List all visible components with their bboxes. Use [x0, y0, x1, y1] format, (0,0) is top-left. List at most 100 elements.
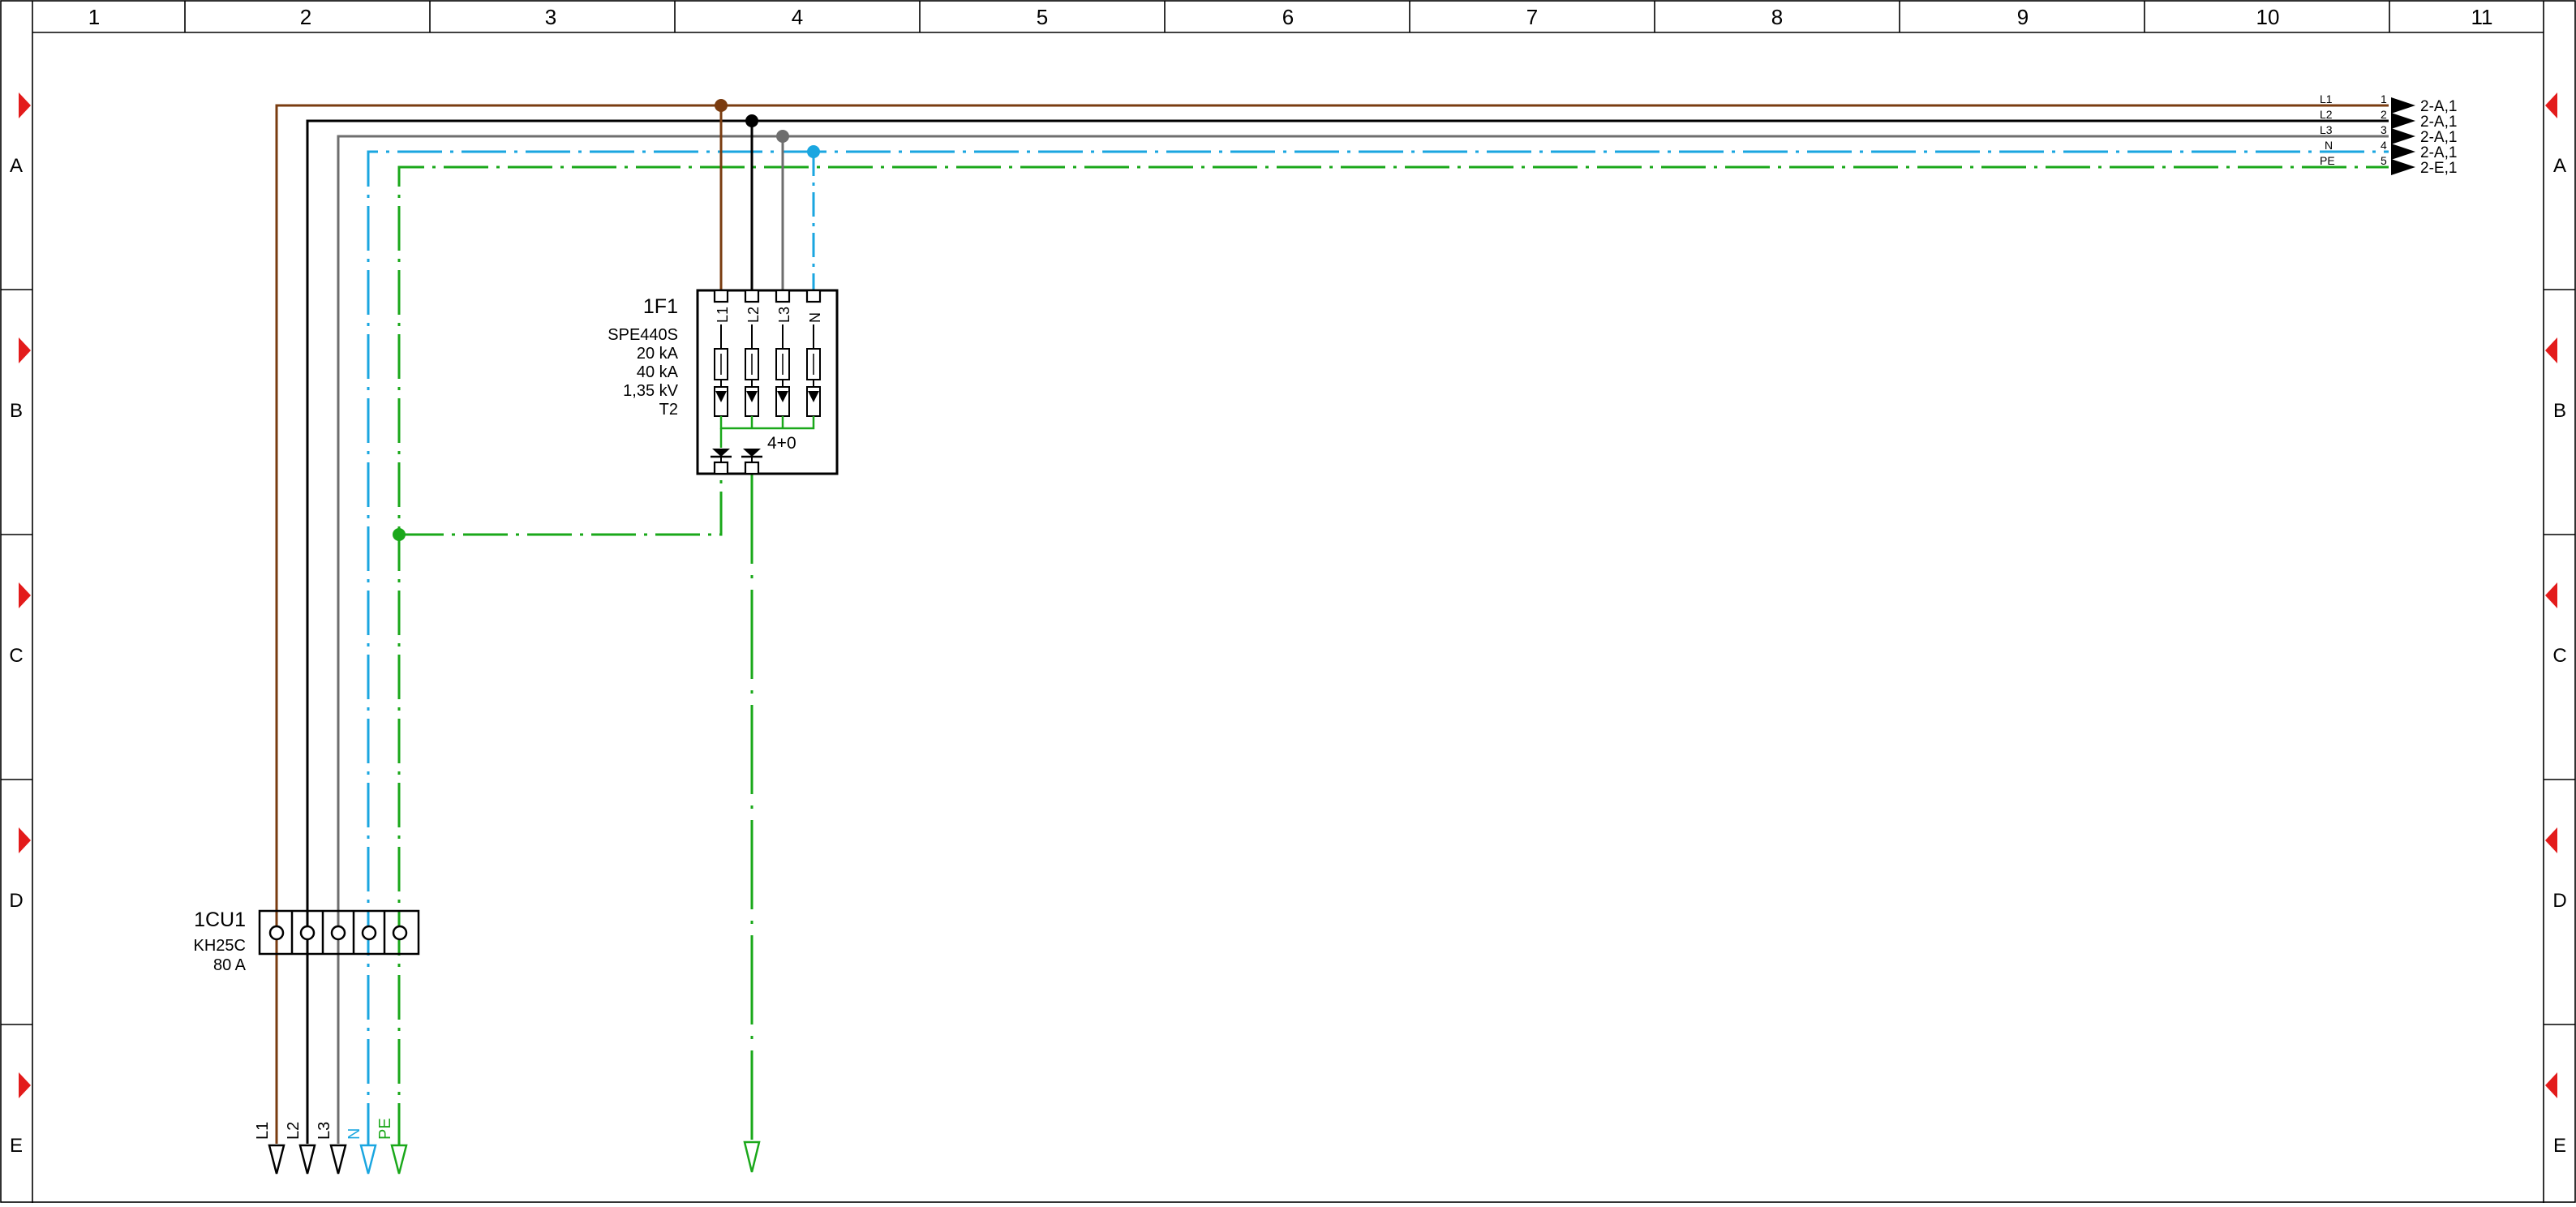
column-label: 2: [300, 5, 311, 29]
surge-protector-label: 1F1 SPE440S 20 kA 40 kA 1,35 kV T2: [608, 295, 678, 419]
row-label: E: [10, 1135, 23, 1157]
column-label: 9: [2017, 5, 2029, 29]
surge-protector-spec: 1,35 kV: [623, 382, 678, 400]
arrow-pe: [390, 1144, 408, 1175]
terminal-point: [299, 925, 316, 941]
terminal-pin: [713, 461, 729, 475]
page-marker-right: [2545, 582, 2557, 608]
supply-label-l3: L3: [316, 1122, 333, 1140]
terminal-label-l3: L3: [776, 307, 792, 323]
arrow-l2: [298, 1144, 316, 1175]
junction-dot-l1: [715, 99, 728, 112]
outgoing-arrow: [2391, 97, 2415, 114]
terminal-pin: [713, 289, 729, 303]
outgoing-arrow: [2391, 128, 2415, 144]
column-label: 1: [88, 5, 100, 29]
wires: [275, 104, 2389, 1148]
conductor-tag: L2: [2320, 108, 2333, 121]
row-labels: A B C D E A B C D E: [9, 155, 2566, 1157]
page-marker-right: [2545, 827, 2557, 853]
row-label: D: [9, 890, 23, 912]
schematic-sheet: 1 2 3 4 5 6 7 8 9 10 11 A B C D E A B C …: [0, 0, 2576, 1203]
potential-number: 5: [2381, 154, 2387, 167]
page-marker-right: [2545, 92, 2557, 118]
terminal-label-l1: L1: [715, 307, 731, 323]
page-marker-right: [2545, 337, 2557, 363]
column-label: 3: [545, 5, 556, 29]
supply-label-n: N: [346, 1128, 363, 1140]
terminal-point: [361, 925, 377, 941]
conductor-tag: L1: [2320, 92, 2333, 105]
junction-dot-l3: [776, 130, 789, 143]
terminal-block-spec: 80 A: [213, 956, 247, 974]
outgoing-arrow: [2391, 144, 2415, 160]
row-label: A: [10, 155, 23, 177]
junction-dot-n: [807, 145, 820, 158]
surge-protector-spec: 40 kA: [637, 363, 679, 381]
page-marker-left: [19, 582, 31, 608]
row-label: E: [2553, 1135, 2566, 1157]
terminal-block-spec: KH25C: [194, 937, 246, 955]
terminal-pin: [744, 289, 760, 303]
drawing-frame: [0, 0, 2576, 1203]
outgoing-arrow: [2391, 159, 2415, 175]
page-marker-left: [19, 337, 31, 363]
cross-reference-link[interactable]: 2-A,1: [2420, 114, 2457, 131]
column-label: 8: [1771, 5, 1783, 29]
page-marker-left: [19, 92, 31, 118]
column-label: 7: [1526, 5, 1538, 29]
conductor-tag: N: [2325, 139, 2333, 152]
terminal-point: [392, 925, 408, 941]
protection-config: 4+0: [767, 434, 796, 453]
potential-number: 4: [2381, 139, 2387, 152]
row-label: B: [2553, 400, 2566, 422]
arrow-n: [359, 1144, 377, 1175]
cross-reference-link[interactable]: 2-A,1: [2420, 98, 2457, 115]
cross-reference-link[interactable]: 2-A,1: [2420, 144, 2457, 161]
terminal-pin: [744, 461, 760, 475]
row-label: D: [2552, 890, 2566, 912]
column-label: 4: [792, 5, 803, 29]
page-marker-left: [19, 1072, 31, 1098]
row-label: A: [2553, 155, 2566, 177]
wire-l1: [275, 104, 2389, 1091]
conductor-tag: PE: [2320, 154, 2335, 167]
surge-protector-spec: 20 kA: [637, 345, 679, 363]
terminal-point: [268, 925, 285, 941]
column-label: 10: [2256, 5, 2280, 29]
terminal-point: [330, 925, 346, 941]
terminal-block-tag: 1CU1: [194, 908, 246, 931]
column-label: 6: [1282, 5, 1294, 29]
terminal-label-n: N: [807, 312, 823, 323]
page-marker-right: [2545, 1072, 2557, 1098]
column-labels: 1 2 3 4 5 6 7 8 9 10 11: [88, 5, 2493, 29]
potential-number: 3: [2381, 123, 2387, 136]
terminal-block-1cu1: 1CU1 KH25C 80 A: [194, 908, 420, 974]
schematic-drawing: 1 2 3 4 5 6 7 8 9 10 11 A B C D E A B C …: [0, 0, 2576, 1203]
arrow-l3: [329, 1144, 347, 1175]
wire-l2: [306, 119, 2389, 1091]
supply-label-l1: L1: [254, 1122, 272, 1140]
column-label: 5: [1037, 5, 1048, 29]
surge-protector-tag: 1F1: [643, 295, 678, 318]
terminal-label-l2: L2: [745, 307, 762, 323]
potential-number: 1: [2381, 92, 2387, 105]
cross-reference-link[interactable]: 2-E,1: [2420, 160, 2457, 177]
potential-number: 2: [2381, 108, 2387, 121]
page-marker-left: [19, 827, 31, 853]
junction-dot-l2: [745, 114, 758, 127]
column-label: 11: [2471, 5, 2493, 29]
supply-label-l2: L2: [285, 1122, 303, 1140]
surge-protector-1f1: L1 L2 L3 N 4+0: [696, 289, 839, 475]
supply-label-pe: PE: [376, 1118, 394, 1140]
terminal-pin: [805, 289, 822, 303]
surge-protector-spec: SPE440S: [608, 326, 678, 344]
row-label: C: [2552, 645, 2566, 667]
arrow-l1: [268, 1144, 286, 1175]
conductor-tag: L3: [2320, 123, 2333, 136]
outgoing-arrow: [2391, 113, 2415, 129]
earth-arrow: [743, 1140, 761, 1173]
surge-protector-spec: T2: [659, 401, 678, 419]
row-label: C: [9, 645, 23, 667]
cross-reference-link[interactable]: 2-A,1: [2420, 129, 2457, 146]
